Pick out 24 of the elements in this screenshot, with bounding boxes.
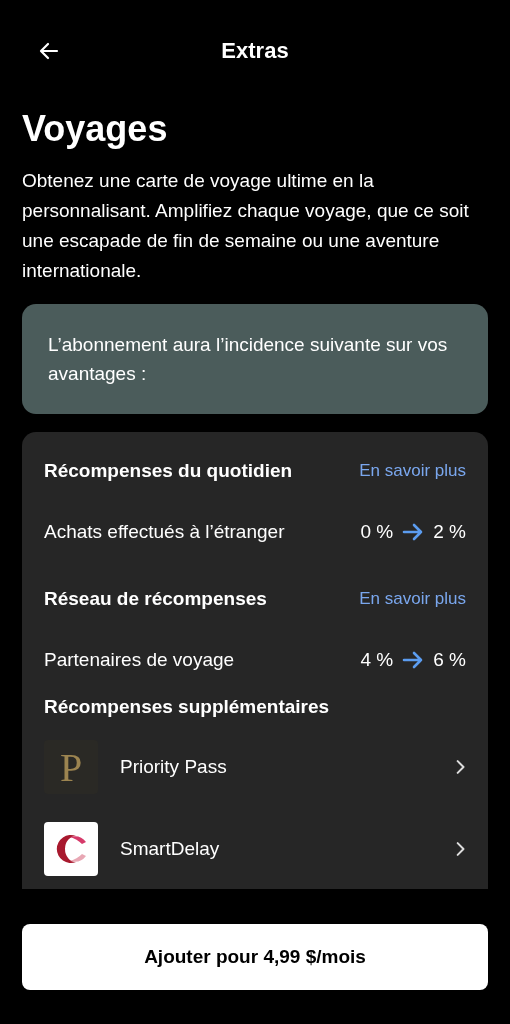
learn-more-link[interactable]: En savoir plus — [359, 461, 466, 481]
crescent-logo-icon — [44, 822, 98, 876]
section-title: Récompenses du quotidien — [44, 460, 293, 482]
chevron-icon — [456, 759, 466, 775]
new-rate: 2 % — [433, 521, 466, 543]
section-title: Réseau de récompenses — [44, 588, 267, 610]
reward-name: Priority Pass — [120, 756, 228, 778]
page-title: Voyages — [22, 108, 169, 150]
learn-more-link[interactable]: En savoir plus — [359, 589, 466, 609]
old-rate: 0 % — [360, 521, 394, 543]
notice-text: L’abonnement aura l’incidence suivante sur vos avantages : — [48, 334, 448, 384]
reward-name: SmartDelay — [120, 838, 221, 860]
new-rate: 6 % — [433, 649, 466, 671]
reward-item[interactable]: SmartDelay — [44, 822, 466, 876]
section-title: Récompenses supplémentaires — [44, 696, 331, 718]
logo: P — [44, 740, 98, 794]
reward-item[interactable]: P Priority Pass — [44, 740, 466, 794]
old-rate: 4 % — [360, 649, 394, 671]
benefit-label: Achats effectués à l’étranger — [44, 521, 285, 543]
page-description: Obtenez une carte de voyage ultime en la personnalisant. Amplifiez chaque voyage, que ce soit une escapade de fin de semaine ou une aventure internationale. — [22, 169, 470, 283]
chevron-icon — [456, 841, 466, 857]
header-title: Extras — [221, 38, 289, 64]
benefit-label: Partenaires de voyage — [44, 649, 235, 671]
subscribe-button[interactable]: Ajouter pour 4,99 $/mois — [22, 924, 488, 990]
